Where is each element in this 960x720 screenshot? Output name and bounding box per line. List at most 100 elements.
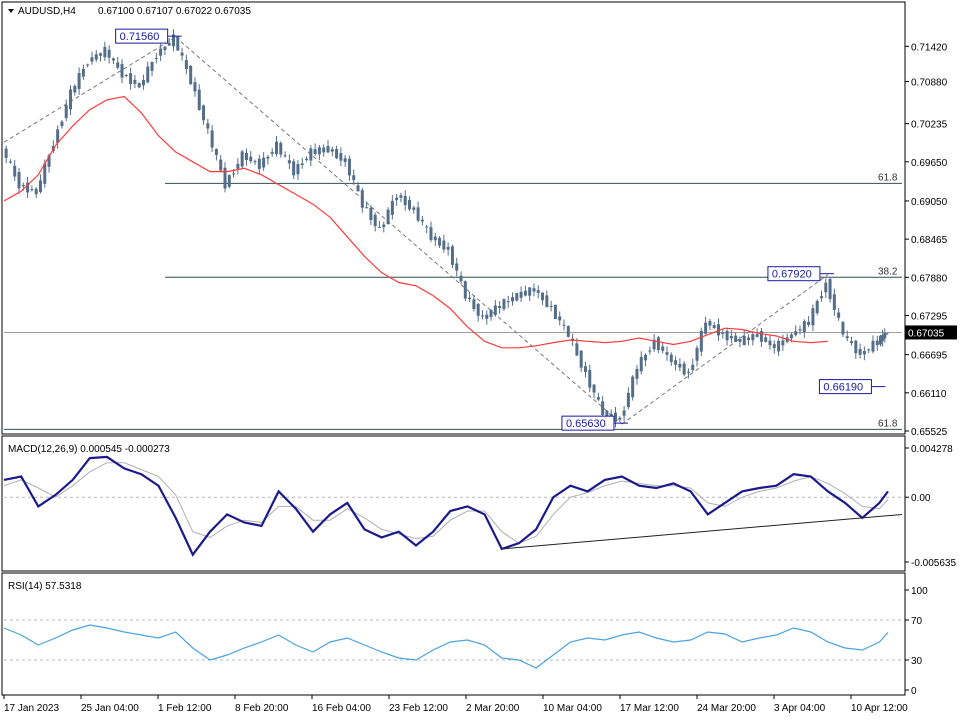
y-tick-label: 0.70880 (911, 78, 948, 89)
x-tick-label: 16 Feb 04:00 (312, 703, 371, 714)
candle-body (21, 184, 25, 187)
candle-body (841, 321, 845, 335)
candle-body (403, 195, 407, 206)
fibo-level-label: 38.2 (878, 266, 898, 277)
swing-label-text: 0.71560 (120, 31, 160, 43)
candle-body (129, 73, 133, 85)
current-price-label: 0.67035 (908, 328, 945, 339)
candle-body (56, 129, 60, 143)
symbol-title: AUDUSD,H4 (18, 6, 76, 17)
candle-body (69, 89, 73, 110)
candle-body (635, 368, 639, 379)
candle-body (219, 159, 223, 171)
price-axis[interactable]: 0.71420 0.70880 0.70235 0.69650 0.69050 0.684… (905, 42, 957, 697)
chart-canvas[interactable]: AUDUSD,H4 0.67100 0.67107 0.67022 0.6703… (0, 0, 960, 720)
candle-body (493, 305, 497, 316)
candle-body (180, 52, 184, 56)
candle-body (459, 275, 463, 282)
candle-body (858, 348, 862, 355)
candle-body (382, 224, 386, 228)
candle-body (429, 227, 433, 240)
candle-body (596, 397, 600, 400)
candle-body (279, 142, 283, 155)
candle-body (712, 325, 716, 329)
candle-body (824, 282, 828, 293)
candle-body (214, 149, 218, 155)
candle-body (455, 263, 459, 271)
candle-body (665, 352, 669, 355)
candle-body (206, 123, 210, 129)
candle-body (283, 155, 287, 157)
candle-body (601, 401, 605, 415)
candle-body (99, 53, 103, 56)
candle-body (695, 347, 699, 361)
candle-body (472, 299, 476, 309)
candle-body (202, 105, 206, 121)
candle-body (446, 246, 450, 250)
candle-body (373, 214, 377, 227)
candle-body (103, 46, 107, 58)
candle-body (317, 147, 321, 155)
candle-body (511, 297, 515, 302)
candle-body (558, 316, 562, 321)
candle-body (686, 371, 690, 373)
price-pane[interactable] (1, 1, 906, 435)
candle-body (498, 305, 502, 309)
candle-body (86, 64, 90, 66)
ohlc-quote: 0.67100 0.67107 0.67022 0.67035 (98, 6, 251, 17)
candle-body (768, 340, 772, 346)
candle-body (618, 417, 622, 420)
candle-body (764, 337, 768, 342)
chart-window[interactable]: AUDUSD,H4 0.67100 0.67107 0.67022 0.6703… (0, 0, 960, 720)
x-tick-label: 10 Mar 04:00 (543, 703, 602, 714)
candle-body (721, 332, 725, 334)
candle-body (438, 237, 442, 246)
candle-body (562, 324, 566, 326)
candle-body (588, 370, 592, 388)
candle-body (420, 219, 424, 222)
candle-body (794, 331, 798, 336)
candle-body (506, 301, 510, 303)
candle-body (871, 340, 875, 352)
x-tick-label: 10 Apr 12:00 (851, 703, 908, 714)
macd-pane[interactable] (1, 435, 906, 572)
time-axis[interactable]: 17 Jan 2023 25 Jan 04:00 1 Feb 12:00 8 Feb … (3, 695, 908, 714)
candle-body (412, 207, 416, 210)
x-tick-label: 25 Jan 04:00 (81, 703, 139, 714)
candle-body (691, 364, 695, 371)
x-tick-label: 2 Mar 20:00 (466, 703, 520, 714)
candle-body (34, 188, 38, 195)
candle-body (549, 306, 553, 308)
candle-body (725, 330, 729, 341)
y-tick-label: 0.68465 (911, 235, 948, 246)
candle-body (523, 290, 527, 296)
candle-body (772, 344, 776, 349)
y-tick-label: 0 (911, 686, 917, 697)
candle-body (64, 105, 68, 119)
candle-body (330, 149, 334, 152)
candle-body (339, 153, 343, 161)
candle-body (729, 336, 733, 339)
candle-body (17, 171, 21, 189)
candle-body (197, 89, 201, 110)
candle-body (708, 321, 712, 326)
y-tick-label: 0.69050 (911, 197, 948, 208)
candle-body (704, 322, 708, 334)
candle-body (154, 58, 158, 60)
candle-body (262, 157, 266, 168)
candle-body (777, 340, 781, 352)
candle-body (433, 236, 437, 241)
candle-body (120, 64, 124, 78)
candle-body (875, 340, 879, 346)
candle-body (193, 82, 197, 92)
candle-body (232, 173, 236, 175)
candle-body (146, 66, 150, 83)
candle-body (442, 240, 446, 250)
candle-body (854, 340, 858, 354)
candle-body (167, 42, 171, 46)
candle-body (4, 148, 8, 158)
candle-body (184, 60, 188, 69)
candle-body (137, 82, 141, 88)
y-tick-label: 0.00 (911, 493, 931, 504)
candle-body (296, 164, 300, 175)
